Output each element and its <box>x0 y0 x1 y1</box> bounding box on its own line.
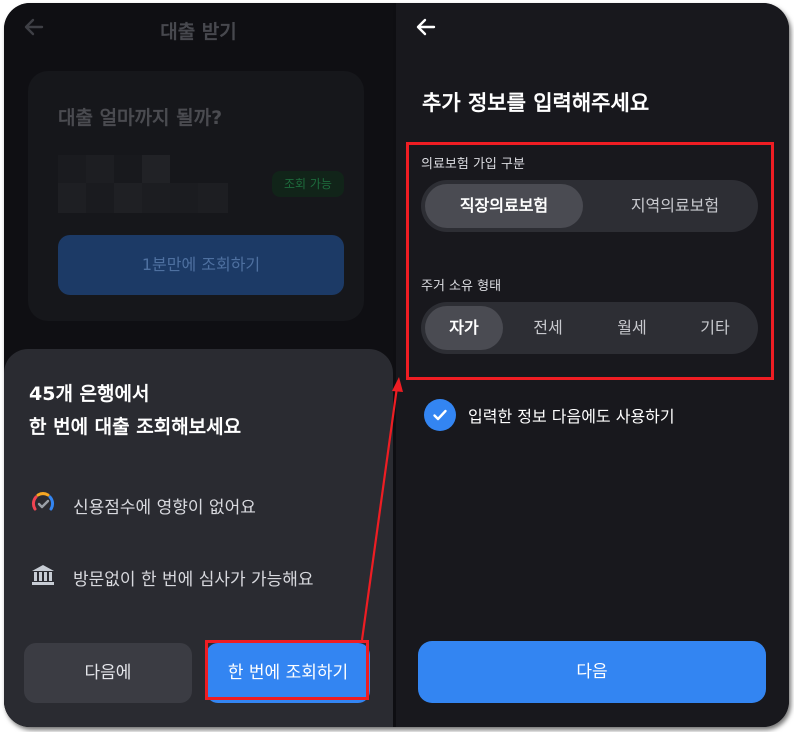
feature-text: 신용점수에 영향이 없어요 <box>73 498 256 518</box>
loan-limit-card: 대출 얼마까지 될까? 조회 가능 1분만에 조회하기 <box>28 71 364 321</box>
page-title: 추가 정보를 입력해주세요 <box>422 91 650 115</box>
left-screen: 대출 받기 대출 얼마까지 될까? 조회 가능 1분만에 조회하기 45개 은행… <box>4 3 393 727</box>
credit-gauge-icon <box>29 489 57 522</box>
status-badge: 조회 가능 <box>272 171 344 197</box>
page-title: 대출 받기 <box>160 21 237 43</box>
quick-query-button[interactable]: 1분만에 조회하기 <box>58 235 344 295</box>
sheet-title-line1: 45개 은행에서 <box>29 383 150 405</box>
sheet-title-line2: 한 번에 대출 조회해보세요 <box>29 416 242 438</box>
later-button[interactable]: 다음에 <box>24 643 192 703</box>
feature-text: 방문없이 한 번에 심사가 가능해요 <box>73 570 314 590</box>
feature-item: 신용점수에 영향이 없어요 <box>29 489 256 522</box>
remember-info-checkbox[interactable]: 입력한 정보 다음에도 사용하기 <box>424 399 675 431</box>
highlight-box <box>406 142 774 380</box>
next-button[interactable]: 다음 <box>418 641 766 703</box>
feature-item: 방문없이 한 번에 심사가 가능해요 <box>29 561 314 594</box>
checkmark-icon[interactable] <box>424 399 456 431</box>
checkbox-label: 입력한 정보 다음에도 사용하기 <box>468 407 675 426</box>
back-arrow-icon[interactable] <box>414 15 438 39</box>
card-question: 대출 얼마까지 될까? <box>58 107 223 129</box>
highlight-box <box>205 640 369 700</box>
bank-icon <box>29 561 57 594</box>
